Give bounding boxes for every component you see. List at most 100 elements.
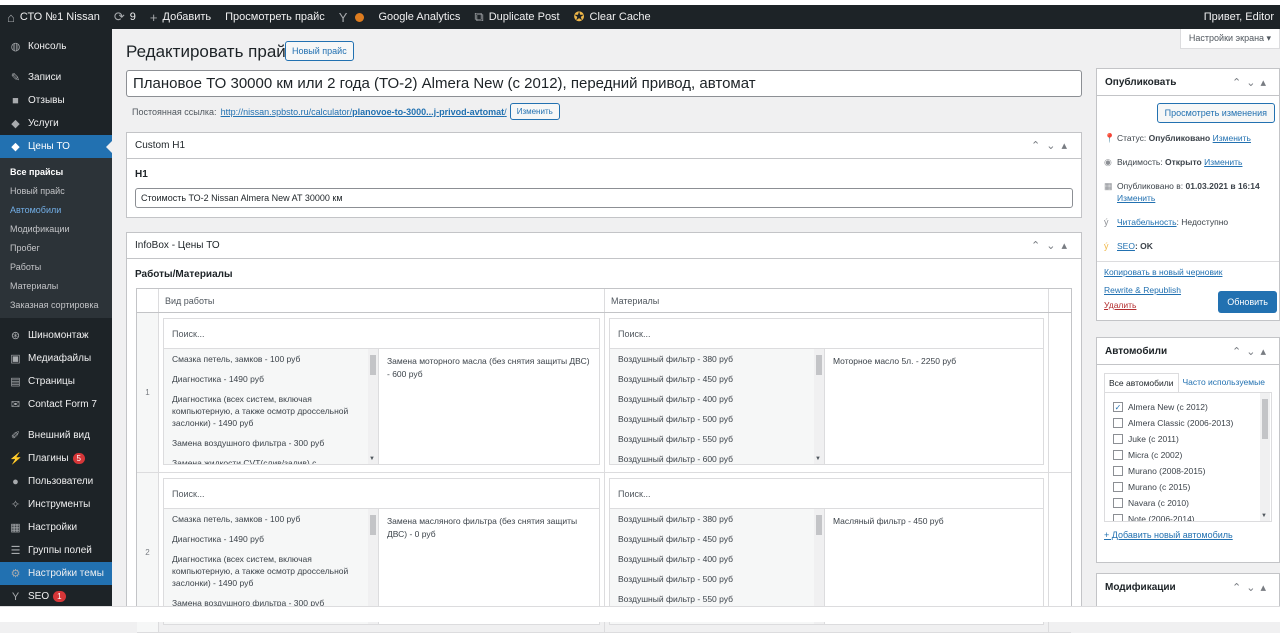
car-checkbox-item[interactable]: Almera Classic (2006-2013) [1105, 415, 1271, 431]
permalink-link[interactable]: http://nissan.spbsto.ru/calculator/plano… [221, 107, 507, 117]
sidebar-item-items_bottom8[interactable]: ▦ Настройки [0, 516, 112, 539]
edit-slug-button[interactable]: Изменить [509, 103, 560, 120]
edit-visibility-link[interactable]: Изменить [1204, 157, 1242, 167]
choice-item[interactable]: Диагностика - 1490 руб [164, 529, 378, 549]
seo-link[interactable]: SEO [1117, 241, 1135, 251]
preview-changes-button[interactable]: Просмотреть изменения [1156, 103, 1275, 123]
adminbar-yoast[interactable]: Y [332, 5, 372, 29]
checkbox[interactable] [1113, 514, 1123, 521]
choice-item[interactable]: Воздушный фильтр - 380 руб [610, 509, 824, 529]
tab-all-cars[interactable]: Все автомобили [1104, 373, 1179, 392]
sidebar-item-items_bottom9[interactable]: ☰ Группы полей [0, 539, 112, 562]
selected-item[interactable]: Замена моторного масла (без снятия защит… [387, 355, 591, 381]
choice-item[interactable]: Воздушный фильтр - 500 руб [610, 569, 824, 589]
adminbar-duplicate[interactable]: ⧉ Duplicate Post [467, 5, 566, 29]
adminbar-add[interactable]: + Добавить [143, 5, 218, 29]
add-new-car-link[interactable]: + Добавить новый автомобиль [1104, 530, 1233, 540]
publish-header[interactable]: Опубликовать ⌃⌄▴ [1097, 69, 1279, 96]
sidebar-item-items_bottom2[interactable]: ▤ Страницы [0, 370, 112, 393]
tab-popular-cars[interactable]: Часто используемые [1179, 373, 1269, 392]
selected-item[interactable]: Моторное масло 5л. - 2250 руб [833, 355, 1035, 368]
choice-item[interactable]: Диагностика (всех систем, включая компью… [164, 549, 378, 593]
sidebar-item-items_top1[interactable]: ✎ Записи [0, 66, 112, 89]
submenu-item[interactable]: Пробег [0, 238, 112, 257]
copy-draft-link[interactable]: Копировать в новый черновик [1104, 267, 1222, 277]
choices-scrollbar[interactable]: ▼ [814, 349, 824, 464]
choice-item[interactable]: Воздушный фильтр - 450 руб [610, 369, 824, 389]
edit-status-link[interactable]: Изменить [1213, 133, 1251, 143]
update-button[interactable]: Обновить [1218, 291, 1277, 313]
choice-item[interactable]: Диагностика - 1490 руб [164, 369, 378, 389]
selected-item[interactable]: Замена масляного фильтра (без снятия защ… [387, 515, 591, 541]
choice-item[interactable]: Воздушный фильтр - 400 руб [610, 389, 824, 409]
checkbox[interactable]: ✓ [1113, 402, 1123, 412]
search-input[interactable]: Поиск... [610, 319, 1043, 349]
cars-header[interactable]: Автомобили ⌃⌄▴ [1097, 338, 1279, 365]
search-input[interactable]: Поиск... [164, 479, 599, 509]
cars-scrollbar[interactable]: ▼ [1260, 393, 1270, 521]
infobox-header[interactable]: InfoBox - Цены ТО ⌃⌄▴ [127, 233, 1081, 259]
checkbox[interactable] [1113, 466, 1123, 476]
choice-item[interactable]: Смазка петель, замков - 100 руб [164, 349, 378, 369]
sidebar-item-items_bottom0[interactable]: ⊛ Шиномонтаж [0, 324, 112, 347]
sidebar-item-items_top3[interactable]: ◆ Услуги [0, 112, 112, 135]
sidebar-item-prices[interactable]: ◆ Цены ТО [0, 135, 112, 158]
submenu-item[interactable]: Модификации [0, 219, 112, 238]
search-input[interactable]: Поиск... [610, 479, 1043, 509]
sidebar-item-items_bottom1[interactable]: ▣ Медиафайлы [0, 347, 112, 370]
box-controls-icon[interactable]: ⌃⌄▴ [1232, 345, 1271, 358]
submenu-item[interactable]: Новый прайс [0, 181, 112, 200]
sidebar-item-items_bottom10[interactable]: ⚙ Настройки темы [0, 562, 112, 585]
sidebar-item-items_bottom7[interactable]: ✧ Инструменты [0, 493, 112, 516]
submenu-item[interactable]: Работы [0, 257, 112, 276]
readability-link[interactable]: Читабельность [1117, 217, 1177, 227]
choice-item[interactable]: Замена воздушного фильтра - 300 руб [164, 433, 378, 453]
custom-h1-header[interactable]: Custom H1 ⌃⌄▴ [127, 133, 1081, 159]
sidebar-item-items_bottom4[interactable]: ✐ Внешний вид [0, 424, 112, 447]
choice-item[interactable]: Диагностика (всех систем, включая компью… [164, 389, 378, 433]
sidebar-item-items_top0[interactable]: ◍ Консоль [0, 35, 112, 58]
choice-item[interactable]: Воздушный фильтр - 450 руб [610, 529, 824, 549]
adminbar-account[interactable]: Привет, Editor [1197, 5, 1280, 29]
selected-item[interactable]: Масляный фильтр - 450 руб [833, 515, 1035, 528]
mods-header[interactable]: Модификации ⌃⌄▴ [1097, 574, 1279, 601]
edit-date-link[interactable]: Изменить [1117, 193, 1155, 203]
car-checkbox-item[interactable]: Micra (с 2002) [1105, 447, 1271, 463]
choice-item[interactable]: Воздушный фильтр - 400 руб [610, 549, 824, 569]
sidebar-item-items_bottom5[interactable]: ⚡ Плагины 5 [0, 447, 112, 470]
car-checkbox-item[interactable]: ✓ Almera New (с 2012) [1105, 399, 1271, 415]
choice-item[interactable]: Воздушный фильтр - 380 руб [610, 349, 824, 369]
checkbox[interactable] [1113, 450, 1123, 460]
adminbar-site[interactable]: ⌂ СТО №1 Nissan [0, 5, 107, 29]
submenu-item[interactable]: Материалы [0, 276, 112, 295]
car-checkbox-item[interactable]: Murano (2008-2015) [1105, 463, 1271, 479]
search-input[interactable]: Поиск... [164, 319, 599, 349]
choices-scrollbar[interactable]: ▼ [368, 349, 378, 464]
adminbar-view[interactable]: Просмотреть прайс [218, 5, 332, 29]
sidebar-item-items_top2[interactable]: ■ Отзывы [0, 89, 112, 112]
checkbox[interactable] [1113, 498, 1123, 508]
submenu-item[interactable]: Заказная сортировка [0, 295, 112, 314]
sidebar-item-items_bottom11[interactable]: Y SEO 1 [0, 585, 112, 608]
sidebar-item-items_bottom3[interactable]: ✉ Contact Form 7 [0, 393, 112, 416]
box-controls-icon[interactable]: ⌃⌄▴ [1031, 139, 1073, 152]
delete-link[interactable]: Удалить [1104, 300, 1136, 310]
car-checkbox-item[interactable]: Note (2006-2014) [1105, 511, 1271, 521]
choice-item[interactable]: Замена жидкости CVT(слив/залив) с [164, 453, 378, 464]
new-price-button[interactable]: Новый прайс [285, 41, 354, 61]
checkbox[interactable] [1113, 482, 1123, 492]
choice-item[interactable]: Воздушный фильтр - 550 руб [610, 429, 824, 449]
adminbar-ga[interactable]: Google Analytics [371, 5, 467, 29]
choice-item[interactable]: Воздушный фильтр - 500 руб [610, 409, 824, 429]
box-controls-icon[interactable]: ⌃⌄▴ [1232, 76, 1271, 89]
car-checkbox-item[interactable]: Navara (с 2010) [1105, 495, 1271, 511]
choice-item[interactable]: Воздушный фильтр - 600 руб [610, 449, 824, 464]
box-controls-icon[interactable]: ⌃⌄▴ [1031, 239, 1073, 252]
box-controls-icon[interactable]: ⌃⌄▴ [1232, 581, 1271, 594]
car-checkbox-item[interactable]: Juke (с 2011) [1105, 431, 1271, 447]
h1-input[interactable]: Стоимость ТО-2 Nissan Almera New AT 3000… [135, 188, 1073, 208]
submenu-item[interactable]: Автомобили [0, 200, 112, 219]
choice-item[interactable]: Смазка петель, замков - 100 руб [164, 509, 378, 529]
screen-options-toggle[interactable]: Настройки экрана ▾ [1180, 29, 1280, 49]
sidebar-item-items_bottom6[interactable]: ● Пользователи [0, 470, 112, 493]
